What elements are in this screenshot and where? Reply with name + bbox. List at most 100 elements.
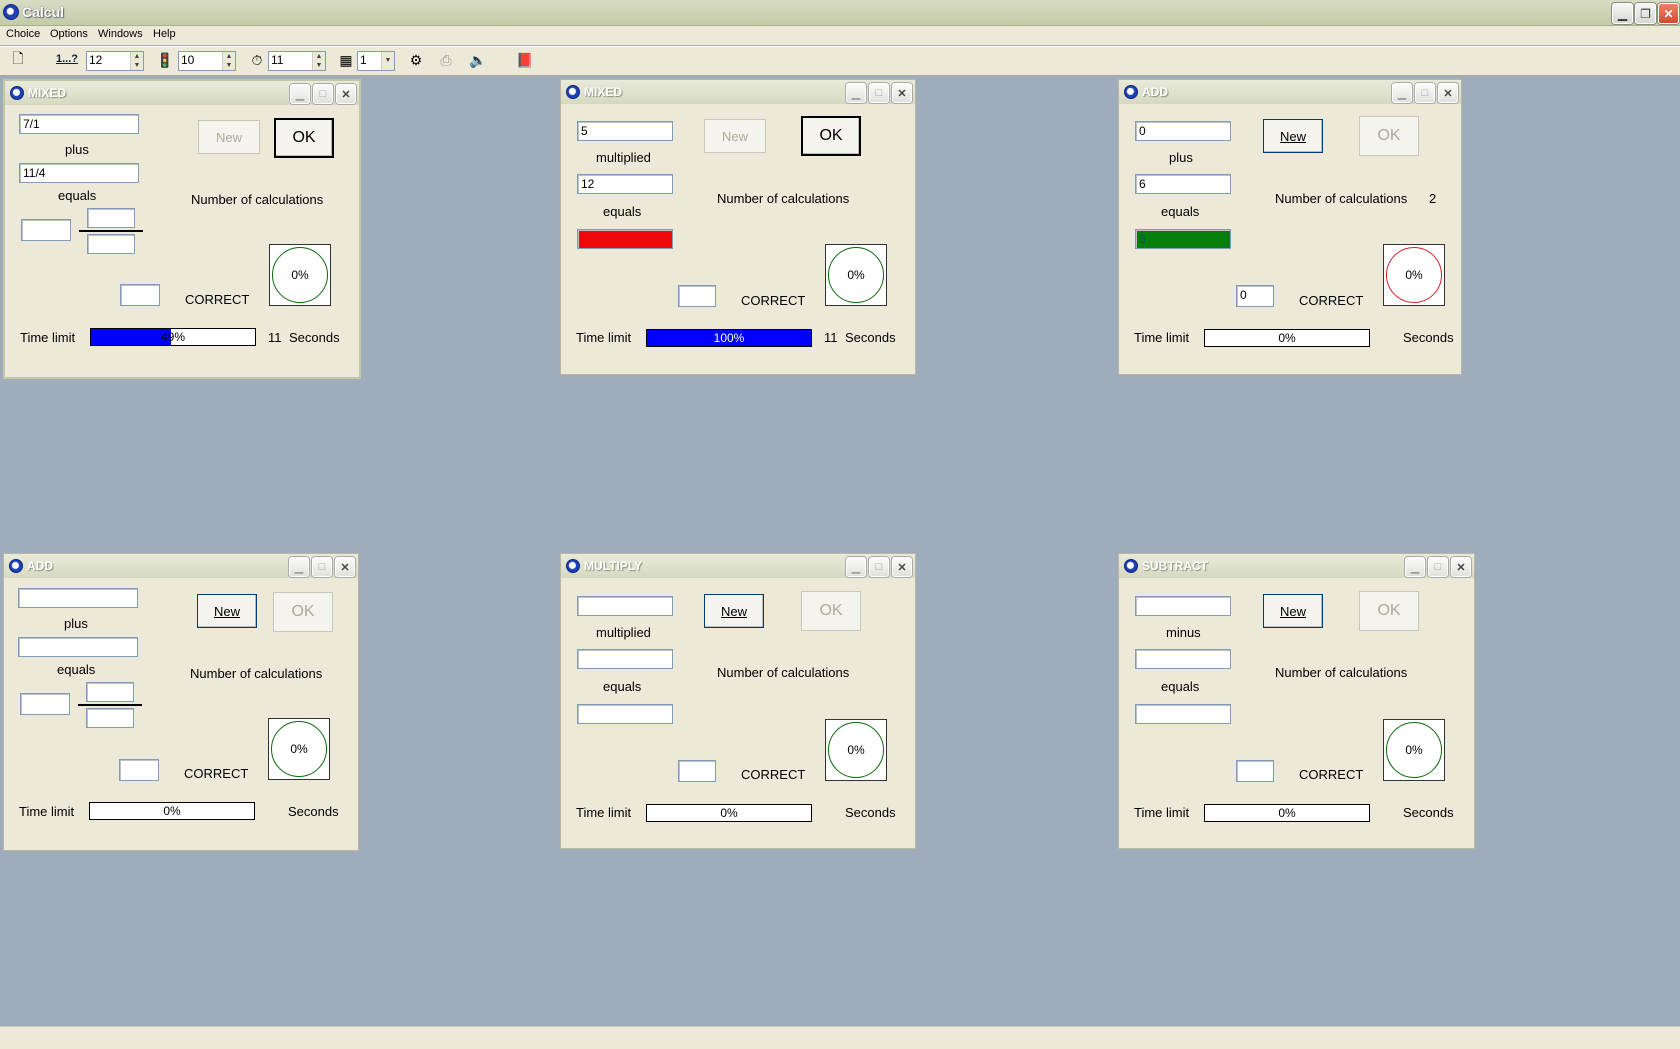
- new-button[interactable]: New: [198, 120, 260, 154]
- seconds-label: Seconds: [1403, 805, 1454, 820]
- ok-button[interactable]: OK: [801, 116, 861, 156]
- score-circle: 0%: [271, 721, 327, 777]
- equals-label: equals: [1161, 204, 1200, 219]
- speaker-icon[interactable]: 🔈: [468, 50, 488, 70]
- num-calcs-label: Number of calculations: [190, 666, 323, 681]
- correct-count-field: [120, 284, 160, 306]
- correct-label: CORRECT: [1299, 767, 1364, 782]
- display-select[interactable]: 1 ▼: [357, 51, 395, 71]
- new-button[interactable]: New: [704, 594, 764, 628]
- close-icon[interactable]: ✕: [1438, 83, 1458, 103]
- whole-number-field[interactable]: [21, 219, 71, 241]
- timer-spinner[interactable]: 11 ▲ ▼: [268, 51, 326, 71]
- maximize-icon[interactable]: □: [869, 557, 889, 577]
- minimize-icon[interactable]: ▁: [846, 557, 866, 577]
- maximize-icon[interactable]: □: [869, 83, 889, 103]
- whole-number-field[interactable]: [20, 693, 70, 715]
- second-operand-field[interactable]: [577, 649, 673, 669]
- second-operand-field[interactable]: [18, 637, 138, 657]
- display-icon: ▦: [339, 51, 353, 68]
- first-operand-field[interactable]: 5: [577, 121, 673, 141]
- first-operand-field[interactable]: [18, 588, 138, 608]
- close-icon[interactable]: ✕: [1451, 557, 1471, 577]
- ok-button[interactable]: OK: [273, 592, 333, 632]
- maximize-icon[interactable]: □: [1415, 83, 1435, 103]
- correct-label: CORRECT: [741, 293, 806, 308]
- operator-label: minus: [1166, 625, 1201, 640]
- menu-help[interactable]: Help: [153, 28, 176, 40]
- minimize-icon[interactable]: ▁: [1612, 3, 1633, 24]
- score-circle: 0%: [1386, 722, 1442, 778]
- close-icon[interactable]: ✕: [892, 83, 912, 103]
- answer-field[interactable]: [1135, 704, 1231, 724]
- menu-windows[interactable]: Windows: [98, 28, 143, 40]
- close-icon[interactable]: ✕: [892, 557, 912, 577]
- link-icon[interactable]: ⚙: [406, 50, 426, 70]
- minimize-icon[interactable]: ▁: [289, 557, 309, 577]
- second-operand-field[interactable]: [1135, 649, 1231, 669]
- ok-button[interactable]: OK: [274, 118, 334, 158]
- close-icon[interactable]: ✕: [336, 84, 356, 104]
- new-button[interactable]: New: [1263, 594, 1323, 628]
- new-document-icon[interactable]: 🗋: [8, 50, 28, 70]
- numerator-field[interactable]: [87, 208, 135, 228]
- window-add-top: ADD ▁ □ ✕ 0 plus 6 equals 6 New OK Numbe…: [1118, 79, 1462, 375]
- window-mixed-fraction: MIXED ▁ □ ✕ 7/1 plus 11/4 equals New OK …: [3, 79, 361, 379]
- denominator-field[interactable]: [87, 234, 135, 254]
- ok-button[interactable]: OK: [1359, 116, 1419, 156]
- fraction-bar: [78, 704, 142, 706]
- window-title: MULTIPLY: [584, 559, 643, 573]
- minimize-icon[interactable]: ▁: [1405, 557, 1425, 577]
- first-operand-field[interactable]: [1135, 596, 1231, 616]
- operator-label: multiplied: [596, 150, 651, 165]
- num-calcs-label: Number of calculations: [1275, 665, 1408, 680]
- ok-button[interactable]: OK: [1359, 591, 1419, 631]
- operator-label: plus: [1169, 150, 1193, 165]
- second-operand-field[interactable]: 11/4: [19, 163, 139, 183]
- menu-choice[interactable]: Choice: [6, 28, 40, 40]
- minimize-icon[interactable]: ▁: [290, 84, 310, 104]
- score-gauge: 0%: [825, 244, 887, 306]
- menu-options[interactable]: Options: [50, 28, 88, 40]
- time-progress: 49%: [90, 328, 256, 346]
- num-calcs-label: Number of calculations: [1275, 191, 1408, 206]
- window-title-bar: SUBTRACT ▁ □ ✕: [1119, 554, 1474, 578]
- new-button[interactable]: New: [197, 594, 257, 628]
- window-title-bar: MIXED ▁ □ ✕: [561, 80, 915, 104]
- stamp-icon[interactable]: ⎙: [436, 50, 456, 70]
- window-title: MIXED: [28, 86, 67, 100]
- second-operand-field[interactable]: 12: [577, 174, 673, 194]
- answer-field[interactable]: [577, 704, 673, 724]
- maximize-icon[interactable]: □: [313, 84, 333, 104]
- minimize-icon[interactable]: ▁: [1392, 83, 1412, 103]
- answer-field[interactable]: [577, 229, 673, 249]
- score-gauge: 0%: [1383, 719, 1445, 781]
- maximize-icon[interactable]: □: [1428, 557, 1448, 577]
- correct-label: CORRECT: [741, 767, 806, 782]
- num-calcs-label: Number of calculations: [717, 191, 850, 206]
- timer-value: 11: [268, 330, 282, 345]
- count-spinner[interactable]: 12 ▲ ▼: [86, 51, 144, 71]
- denominator-field[interactable]: [86, 708, 134, 728]
- restore-icon[interactable]: ❐: [1635, 3, 1656, 24]
- maximize-icon[interactable]: □: [312, 557, 332, 577]
- new-button[interactable]: New: [704, 119, 766, 153]
- first-operand-field[interactable]: 0: [1135, 121, 1231, 141]
- ok-button[interactable]: OK: [801, 591, 861, 631]
- new-button[interactable]: New: [1263, 119, 1323, 153]
- close-icon[interactable]: ✕: [1658, 3, 1679, 24]
- correct-label: CORRECT: [184, 766, 249, 781]
- time-progress: 0%: [1204, 804, 1370, 822]
- minimize-icon[interactable]: ▁: [846, 83, 866, 103]
- first-operand-field[interactable]: 7/1: [19, 114, 139, 134]
- time-progress: 0%: [89, 802, 255, 820]
- window-mixed-multiply: MIXED ▁ □ ✕ 5 multiplied 12 equals New O…: [560, 79, 916, 375]
- first-operand-field[interactable]: [577, 596, 673, 616]
- close-icon[interactable]: ✕: [335, 557, 355, 577]
- answer-field[interactable]: 6: [1135, 229, 1231, 249]
- second-operand-field[interactable]: 6: [1135, 174, 1231, 194]
- score-circle: 0%: [828, 247, 884, 303]
- book-icon[interactable]: 📕: [515, 50, 535, 70]
- numerator-field[interactable]: [86, 682, 134, 702]
- level-spinner[interactable]: 10 ▲ ▼: [178, 51, 236, 71]
